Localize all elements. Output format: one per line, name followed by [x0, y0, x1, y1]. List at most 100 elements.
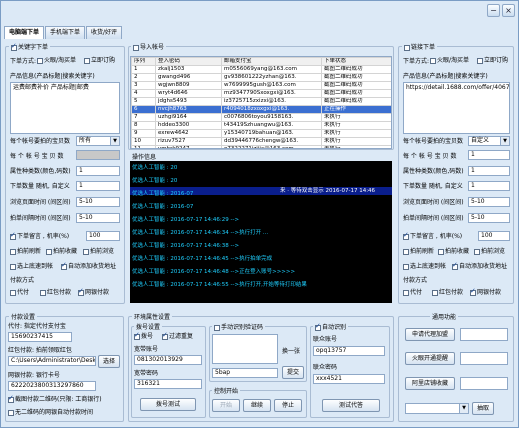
filter-repeat-checkbox[interactable]: 过滤重复 — [162, 331, 193, 341]
proxy-field[interactable]: 15690237415 — [8, 332, 72, 342]
table-row[interactable]: 6 nvcjh8763 r4094018zxoxgxi@163. 正在操作 — [131, 105, 391, 114]
tab-receive-review[interactable]: 收货/好评 — [86, 26, 123, 39]
r-attr-field[interactable]: 1 — [468, 166, 510, 176]
table-cell: w7699995gush@163.com — [221, 81, 322, 90]
opt-fast-arrival[interactable]: 选上底速到帐 — [10, 263, 53, 271]
captcha-input[interactable]: 5bap — [212, 368, 278, 378]
mode-taomaidan[interactable]: /淘买单 — [56, 57, 76, 65]
common-field-2[interactable] — [460, 352, 508, 365]
r-random-field[interactable]: 1 — [468, 181, 510, 191]
broadband-pwd-field[interactable]: 316321 — [134, 379, 202, 389]
table-row[interactable]: 7 uzhgi9164 c0076806toyou9158163. 未执行 — [131, 113, 391, 122]
huoyan-remind-button[interactable]: 火眼开通提醒 — [405, 352, 455, 365]
qr-pay-option[interactable]: 截图付款二维码(只限: 工商银行) — [8, 394, 102, 404]
tab-pc-order[interactable]: 电脑端下单 — [4, 26, 45, 39]
table-row[interactable]: 4 wryt4d646 mz9347790Sxoxgxi@163. 截图二维码成功 — [131, 89, 391, 98]
r-product-info-textarea[interactable]: https://detail.1688.com/offer/40679 — [403, 82, 510, 134]
minimize-icon[interactable]: − — [487, 4, 500, 17]
table-row[interactable]: 1 zkalj1503 m0556069yang@163.com 截图二维码成功 — [131, 65, 391, 74]
apply-agent-button[interactable]: 申请代理加盟 — [405, 328, 455, 341]
continue-button[interactable]: 继续 — [243, 399, 271, 412]
r-note-rate-field[interactable]: 100 — [478, 231, 510, 241]
submit-captcha-button[interactable]: 提交 — [282, 366, 304, 379]
r-mode-taomaidan[interactable]: /淘买单 — [449, 57, 469, 65]
mode-huoyan[interactable]: 火眼 — [37, 57, 56, 65]
lz-pwd-field[interactable]: xxx4521 — [313, 374, 385, 384]
pay-redpack[interactable]: 红包付款 — [40, 289, 71, 297]
browse-time-field[interactable]: 5-10 — [76, 197, 120, 207]
common-field-3[interactable] — [460, 377, 508, 390]
opt-browse[interactable]: 拍前浏览 — [83, 248, 114, 256]
refresh-captcha-link[interactable]: 换一张 — [282, 347, 300, 356]
table-row[interactable]: 9 exrew4642 y15340719bahuan@163. 未执行 — [131, 129, 391, 138]
table-row[interactable]: 8 hddeo3300 t43419Szhuangwu@163. 未执行 — [131, 121, 391, 130]
pay-bank[interactable]: 网银付款 — [78, 287, 109, 297]
table-row[interactable]: 10 rizuv7527 dd39446776chengw@163. 未执行 — [131, 137, 391, 146]
tab-mobile-order[interactable]: 手机端下单 — [45, 26, 86, 39]
log-console[interactable]: 来 · 等待双击显示 2016-07-17 14:46 优选人工智能 : 20 优选… — [130, 161, 392, 303]
col-status[interactable]: 下单状态 — [321, 57, 391, 66]
r-browse-time-field[interactable]: 5-10 — [468, 197, 510, 207]
keyword-order-checkbox[interactable] — [11, 42, 17, 51]
col-login[interactable]: 登入密码 — [155, 57, 222, 66]
pay-proxy[interactable]: 代付 — [10, 289, 29, 297]
shoot-interval-field[interactable]: 5-10 — [76, 213, 120, 223]
store-favorite-button[interactable]: 阿里店铺收藏 — [405, 377, 455, 390]
table-cell: 9 — [131, 129, 156, 138]
lz-account-field[interactable]: opq13757 — [313, 346, 385, 356]
r-per-account-select[interactable]: 自定义 ▼ — [468, 136, 510, 146]
browse-time-label: 浏览页面时间 (间区间) — [10, 199, 71, 206]
dial-test-button[interactable]: 拨号测试 — [140, 398, 196, 411]
redpack-path-field[interactable]: C:\Users\Administrator\Desk — [8, 356, 96, 366]
r-mode-buy-now[interactable]: 立即订购 — [477, 57, 508, 65]
captcha-checkbox[interactable] — [214, 324, 220, 331]
accounts-table[interactable]: 序列 登入密码 邮箱支付宝 下单状态 1 zkalj1503 m0556069yan… — [130, 56, 392, 149]
close-icon[interactable]: × — [502, 4, 515, 17]
link-order-checkbox[interactable] — [404, 44, 410, 51]
attr-field[interactable]: 1 — [76, 166, 120, 176]
r-opt-auto-address[interactable]: 自动添加收货地址 — [452, 261, 507, 271]
product-info-textarea[interactable]: 运费邮费补价 产品标题|邮费 — [10, 82, 120, 134]
note-checkbox[interactable] — [10, 231, 16, 240]
col-email[interactable]: 邮箱支付宝 — [221, 57, 322, 66]
extract-button[interactable]: 抽取 — [472, 402, 494, 415]
dial-checkbox[interactable]: 拨号 — [134, 331, 153, 341]
test-answer-button[interactable]: 测试代答 — [322, 399, 380, 412]
r-opt-favorite[interactable]: 拍前收藏 — [438, 248, 469, 256]
mode-buy-now[interactable]: 立即订购 — [84, 57, 115, 65]
col-index[interactable]: 序列 — [131, 57, 156, 66]
r-opt-browse[interactable]: 拍前浏览 — [474, 248, 505, 256]
opt-favorite[interactable]: 拍前收藏 — [46, 248, 77, 256]
r-opt-refresh[interactable]: 拍前刷新 — [403, 248, 434, 256]
r-pay-redpack[interactable]: 红包付款 — [432, 289, 463, 297]
extract-select[interactable]: ▼ — [405, 403, 469, 414]
bank-card-field[interactable]: 6222023800313297860 — [8, 381, 96, 391]
opt-auto-address[interactable]: 自动添加收货地址 — [61, 261, 116, 271]
broadband-account-field[interactable]: 081302013929 — [134, 355, 202, 365]
r-opt-fast-arrival[interactable]: 选上底速到帐 — [403, 263, 446, 271]
stop-button[interactable]: 停止 — [274, 399, 302, 412]
table-cell: y15340719bahuan@163. — [221, 129, 322, 138]
r-pay-bank[interactable]: 网银付款 — [470, 287, 501, 297]
common-field-1[interactable] — [460, 328, 508, 341]
r-shoot-interval-field[interactable]: 5-10 — [468, 213, 510, 223]
r-pay-proxy[interactable]: 代付 — [403, 289, 422, 297]
log-line: 优选人工智能 : 2016-07-17 14:46:38 --> — [132, 243, 240, 249]
per-account-select[interactable]: 所有 ▼ — [76, 136, 120, 146]
r-note-checkbox[interactable] — [403, 231, 409, 240]
import-accounts-checkbox[interactable] — [133, 44, 139, 51]
start-button[interactable]: 开始 — [212, 399, 240, 412]
table-row[interactable]: 2 gwangd496 gv938601222yzhan@163. 截图二维码成功 — [131, 73, 391, 82]
r-per-page-field[interactable]: 1 — [468, 150, 510, 160]
r-mode-huoyan[interactable]: 火眼 — [430, 57, 449, 65]
note-rate-field[interactable]: 100 — [86, 231, 120, 241]
auto-recognize-checkbox[interactable] — [315, 322, 321, 331]
opt-refresh[interactable]: 拍前刷新 — [10, 248, 41, 256]
table-row[interactable]: 11 ymhrk9247 o7322271izijia@163.com 未执行 — [131, 145, 391, 148]
no-qr-pay-option[interactable]: 无二维码的网银自动付款时间 — [8, 409, 93, 417]
choose-file-button[interactable]: 选择 — [98, 355, 120, 368]
log-line: 优选人工智能 : 2016-07-17 14:46:45 -->执行拍单完成 — [132, 256, 273, 262]
table-row[interactable]: 3 wgjwn8809 w7699995gush@163.com 截图二维码成功 — [131, 81, 391, 90]
random-field[interactable]: 1 — [76, 181, 120, 191]
table-row[interactable]: 5 jdghs5493 iz3725715zxizxi@163. 截图二维码成功 — [131, 97, 391, 106]
